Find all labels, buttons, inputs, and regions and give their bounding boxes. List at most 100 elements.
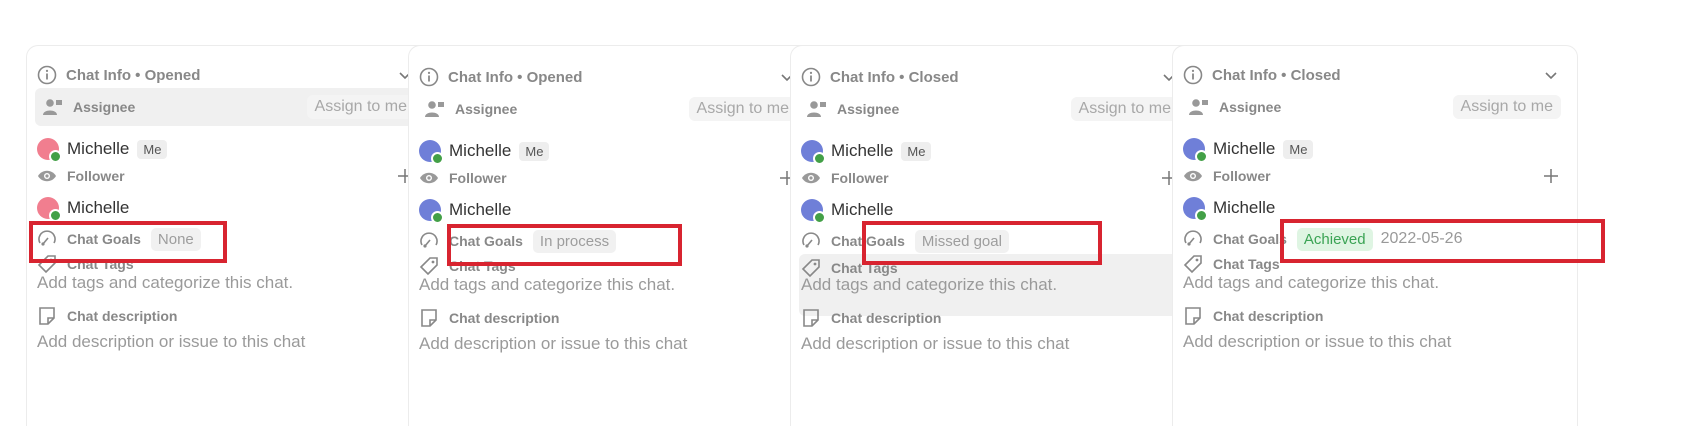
chat-goals-label: Chat Goals	[831, 233, 905, 249]
assignee-icon	[1189, 98, 1209, 116]
assign-to-me-button[interactable]: Assign to me	[1070, 97, 1179, 121]
follower-row: Follower	[419, 166, 803, 190]
tags-input[interactable]: Add tags and categorize this chat.	[37, 270, 421, 296]
chat-goals-label: Chat Goals	[1213, 231, 1287, 247]
note-icon	[801, 308, 821, 328]
follower-name: Michelle	[831, 200, 894, 219]
assign-to-me-button[interactable]: Assign to me	[306, 95, 415, 119]
description-input[interactable]: Add description or issue to this chat	[801, 331, 1185, 357]
panel-title: Chat Info • Opened	[66, 66, 201, 84]
assignee-label: Assignee	[73, 99, 136, 115]
assignee-icon	[43, 98, 63, 116]
goal-gauge-icon	[37, 229, 57, 249]
description-input[interactable]: Add description or issue to this chat	[1183, 329, 1567, 355]
tags-input[interactable]: Add tags and categorize this chat.	[419, 272, 803, 298]
follower-row: Follower	[37, 164, 421, 188]
goal-status-pill[interactable]: Achieved	[1296, 227, 1373, 251]
description-input[interactable]: Add description or issue to this chat	[419, 331, 803, 357]
tags-placeholder: Add tags and categorize this chat.	[1183, 273, 1440, 292]
chat-goals-row[interactable]: Chat Goals Achieved 2022-05-26	[1183, 222, 1567, 256]
follower-person[interactable]: Michelle	[1183, 193, 1567, 223]
avatar	[801, 199, 826, 224]
description-placeholder: Add description or issue to this chat	[801, 334, 1070, 353]
assignee-name: Michelle	[449, 141, 512, 160]
chat-description-row: Chat description	[37, 304, 421, 328]
panel-header[interactable]: Chat Info • Closed	[1183, 60, 1567, 90]
me-badge: Me	[519, 141, 550, 161]
follower-name: Michelle	[449, 200, 512, 219]
chat-description-row: Chat description	[1183, 304, 1567, 328]
note-icon	[1183, 306, 1203, 326]
description-placeholder: Add description or issue to this chat	[419, 334, 688, 353]
avatar	[37, 197, 62, 222]
panel-title: Chat Info • Closed	[1212, 66, 1341, 84]
follower-name: Michelle	[67, 198, 130, 217]
note-icon	[419, 308, 439, 328]
chat-info-panel-2: Chat Info • Opened Assignee Assign to me…	[408, 45, 814, 426]
follower-row: Follower	[801, 166, 1185, 190]
avatar	[419, 199, 444, 224]
description-input[interactable]: Add description or issue to this chat	[37, 329, 421, 355]
info-icon	[37, 65, 57, 85]
follower-name: Michelle	[1213, 198, 1276, 217]
assignee-person[interactable]: Michelle Me	[801, 136, 1185, 166]
follower-label: Follower	[831, 170, 889, 186]
follower-label: Follower	[67, 168, 125, 184]
assignee-icon	[425, 100, 445, 118]
online-status-dot	[813, 152, 826, 165]
eye-icon	[419, 171, 439, 185]
chat-info-panel-1: Chat Info • Opened Assignee Assign to me…	[26, 45, 432, 426]
follower-person[interactable]: Michelle	[419, 195, 803, 225]
assignee-person[interactable]: Michelle Me	[1183, 134, 1567, 164]
panel-header[interactable]: Chat Info • Opened	[419, 62, 803, 92]
follower-person[interactable]: Michelle	[37, 193, 421, 223]
panel-header[interactable]: Chat Info • Opened	[37, 60, 421, 90]
goal-status-pill[interactable]: Missed goal	[914, 229, 1009, 253]
info-icon	[419, 67, 439, 87]
chat-goals-label: Chat Goals	[449, 233, 523, 249]
chat-goals-row[interactable]: Chat Goals In process	[419, 224, 803, 258]
follower-person[interactable]: Michelle	[801, 195, 1185, 225]
avatar	[1183, 197, 1208, 222]
tags-input[interactable]: Add tags and categorize this chat.	[801, 272, 1185, 298]
assign-to-me-button[interactable]: Assign to me	[1452, 95, 1561, 119]
assign-to-me-button[interactable]: Assign to me	[688, 97, 797, 121]
follower-label: Follower	[1213, 168, 1271, 184]
note-icon	[37, 306, 57, 326]
assignee-row: Assignee Assign to me	[799, 90, 1187, 128]
assignee-row: Assignee Assign to me	[1181, 88, 1569, 126]
assignee-row: Assignee Assign to me	[417, 90, 805, 128]
assignee-name: Michelle	[831, 141, 894, 160]
chat-goals-row[interactable]: Chat Goals Missed goal	[801, 224, 1185, 258]
goal-gauge-icon	[1183, 229, 1203, 249]
info-icon	[801, 67, 821, 87]
online-status-dot	[1195, 150, 1208, 163]
me-badge: Me	[901, 141, 932, 161]
online-status-dot	[813, 211, 826, 224]
chat-description-label: Chat description	[831, 310, 942, 326]
assignee-label: Assignee	[455, 101, 518, 117]
tags-placeholder: Add tags and categorize this chat.	[37, 273, 294, 292]
chat-description-row: Chat description	[801, 306, 1185, 330]
assignee-label: Assignee	[1219, 99, 1282, 115]
panel-header[interactable]: Chat Info • Closed	[801, 62, 1185, 92]
online-status-dot	[431, 152, 444, 165]
goal-status-pill[interactable]: None	[150, 227, 201, 251]
follower-label: Follower	[449, 170, 507, 186]
description-placeholder: Add description or issue to this chat	[1183, 332, 1452, 351]
follower-row: Follower	[1183, 164, 1567, 188]
chevron-down-icon[interactable]	[1543, 67, 1559, 83]
tags-input[interactable]: Add tags and categorize this chat.	[1183, 270, 1567, 296]
add-follower-plus-icon[interactable]	[1543, 168, 1559, 184]
avatar	[1183, 138, 1208, 163]
info-icon	[1183, 65, 1203, 85]
assignee-person[interactable]: Michelle Me	[419, 136, 803, 166]
assignee-label: Assignee	[837, 101, 900, 117]
tags-placeholder: Add tags and categorize this chat.	[801, 275, 1058, 294]
assignee-icon	[807, 100, 827, 118]
chat-info-panel-3: Chat Info • Closed Assignee Assign to me…	[790, 45, 1196, 426]
chat-goals-row[interactable]: Chat Goals None	[37, 222, 421, 256]
goal-status-pill[interactable]: In process	[532, 229, 617, 253]
avatar	[419, 140, 444, 165]
chat-description-label: Chat description	[449, 310, 560, 326]
